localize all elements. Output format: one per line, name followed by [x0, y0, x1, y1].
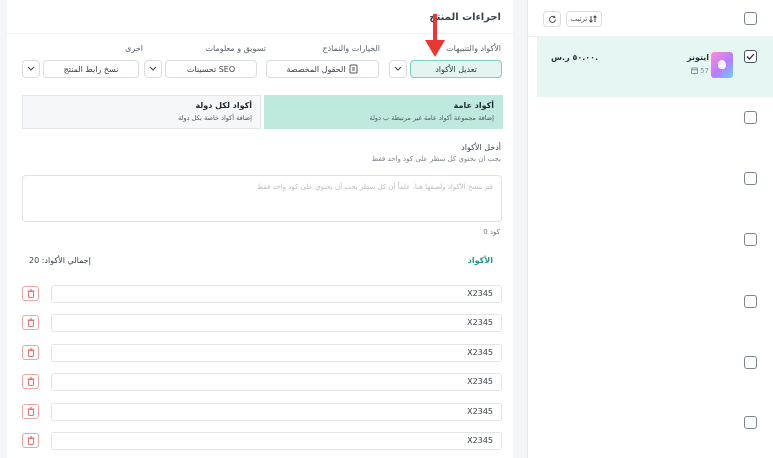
chevron-down-icon	[394, 66, 402, 71]
trash-icon	[27, 318, 34, 327]
per-country-codes-option[interactable]: أكواد لكل دولة إضافة أكواد خاصة بكل دولة	[22, 95, 261, 129]
delete-code-button[interactable]	[22, 345, 39, 360]
code-row-input[interactable]: X2345	[51, 403, 502, 421]
trash-icon	[27, 407, 34, 416]
codes-total: إجمالي الأكواد: 20	[29, 256, 91, 265]
red-arrow-icon	[425, 14, 445, 57]
product-row[interactable]: ايتونز 57 ٥٠.٠٠ ر.س.	[537, 37, 773, 97]
general-codes-title: أكواد عامة	[453, 101, 494, 110]
codes-dropdown-chevron[interactable]	[389, 60, 407, 78]
check-icon	[746, 53, 755, 60]
refresh-icon	[548, 15, 556, 23]
marketing-label: تسويق و معلومات	[205, 44, 266, 53]
per-country-codes-desc: إضافة أكواد خاصة بكل دولة	[178, 114, 252, 122]
general-codes-option[interactable]: أكواد عامة إضافة مجموعة أكواد عامة غير م…	[264, 95, 503, 129]
codes-textarea[interactable]: قم بنسخ الأكواد ولصقها هنا، علماً أن كل …	[22, 175, 502, 222]
delete-code-button[interactable]	[22, 433, 39, 448]
delete-code-button[interactable]	[22, 404, 39, 419]
trash-icon	[27, 377, 34, 386]
product-checkbox[interactable]	[744, 416, 757, 429]
codes-column-header: الأكواد	[467, 256, 493, 265]
codes-count: 0 كود	[483, 228, 500, 236]
code-row-input[interactable]: X2345	[51, 285, 502, 303]
codes-input-label: أدخل الأكواد	[461, 143, 501, 152]
chevron-down-icon	[149, 66, 157, 71]
copy-link-select[interactable]: نسخ رابط المنتج	[43, 60, 139, 78]
other-label: اخرى	[125, 44, 143, 53]
trash-icon	[27, 348, 34, 357]
trash-icon	[27, 436, 34, 445]
product-price: ٥٠.٠٠ ر.س.	[551, 53, 599, 62]
code-row-input[interactable]: X2345	[51, 432, 502, 450]
seo-label: تحسينات SEO	[186, 64, 236, 74]
custom-fields-select[interactable]: الحقول المخصصة	[266, 60, 379, 78]
product-checkbox[interactable]	[744, 295, 757, 308]
product-checkbox[interactable]	[744, 356, 757, 369]
delete-code-button[interactable]	[22, 315, 39, 330]
product-name: ايتونز	[686, 53, 709, 62]
product-quantity: 57	[681, 67, 709, 75]
other-dropdown-chevron[interactable]	[22, 60, 40, 78]
edit-codes-select[interactable]: تعديل الأكواد	[410, 60, 502, 78]
seo-select[interactable]: تحسينات SEO	[165, 60, 257, 78]
sort-icon	[589, 15, 598, 23]
product-actions-panel: اجراءات المنتج الأكواد والتنبيهات الخيار…	[7, 0, 513, 458]
product-checkbox[interactable]	[744, 50, 757, 63]
codes-placeholder: قم بنسخ الأكواد ولصقها هنا، علماً أن كل …	[256, 183, 493, 191]
product-list-panel: ترتيب ايتونز 57 ٥٠.٠٠ ر.س.	[527, 0, 773, 458]
custom-fields-label: الحقول المخصصة	[286, 64, 346, 74]
code-row-input[interactable]: X2345	[51, 314, 502, 332]
product-checkbox[interactable]	[744, 111, 757, 124]
general-codes-desc: إضافة مجموعة أكواد عامة غير مرتبطة ب دول…	[369, 114, 494, 122]
product-checkbox[interactable]	[744, 233, 757, 246]
chevron-down-icon	[27, 66, 35, 71]
per-country-codes-title: أكواد لكل دولة	[195, 101, 252, 110]
options-forms-label: الخيارات والنماذج	[322, 44, 380, 53]
trash-icon	[27, 289, 34, 298]
product-thumbnail	[711, 52, 733, 78]
code-row-input[interactable]: X2345	[51, 344, 502, 362]
refresh-button[interactable]	[543, 11, 561, 27]
product-quantity-value: 57	[700, 67, 709, 75]
form-icon	[349, 64, 358, 74]
codes-input-hint: يجب ان يحتوي كل سطر على كود واحد فقط	[371, 155, 501, 163]
list-header: ترتيب	[528, 0, 773, 37]
seo-dropdown-chevron[interactable]	[144, 60, 162, 78]
code-row-input[interactable]: X2345	[51, 373, 502, 391]
sort-button[interactable]: ترتيب	[566, 11, 602, 27]
sort-label: ترتيب	[570, 15, 588, 23]
codes-alerts-label: الأكواد والتنبيهات	[446, 44, 501, 53]
product-checkbox[interactable]	[744, 172, 757, 185]
calendar-icon	[690, 67, 698, 74]
select-all-checkbox[interactable]	[744, 12, 757, 25]
delete-code-button[interactable]	[22, 286, 39, 301]
delete-code-button[interactable]	[22, 374, 39, 389]
copy-link-label: نسخ رابط المنتج	[63, 64, 119, 74]
edit-codes-label: تعديل الأكواد	[435, 64, 477, 74]
